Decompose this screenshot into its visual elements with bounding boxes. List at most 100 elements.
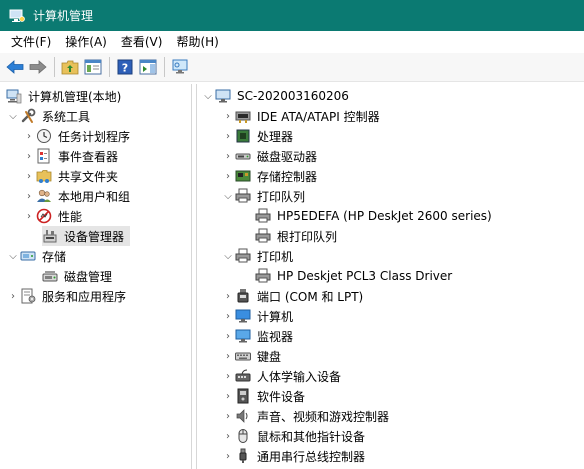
tree-item-local-users-label: 本地用户和组 [58,189,131,204]
device-tree-pane: ⌵ SC-202003160206 › IDE ATA/ATAPI 控制器 › … [196,84,584,469]
tree-item-task-scheduler[interactable]: › 任务计划程序 [22,126,130,146]
device-category-mice-label: 鼠标和其他指针设备 [257,429,366,444]
printer-icon [255,268,271,284]
hid-icon [235,368,251,384]
usb-icon [235,448,251,464]
computer-icon [215,88,231,104]
tree-item-disk-management[interactable]: 磁盘管理 [42,266,112,286]
title-bar: 计算机管理 [0,0,584,31]
tree-item-device-manager[interactable]: 设备管理器 [42,226,130,246]
chevron-down-icon[interactable]: ⌵ [221,186,235,206]
chevron-right-icon[interactable]: › [22,126,36,146]
device-category-processors-label: 处理器 [257,129,294,144]
scan-hardware-button[interactable] [169,56,191,78]
tree-item-shared-folders[interactable]: › 共享文件夹 [22,166,118,186]
device-category-ide[interactable]: › IDE ATA/ATAPI 控制器 [221,106,380,126]
up-level-button[interactable] [59,56,81,78]
device-category-mice[interactable]: › 鼠标和其他指针设备 [221,426,365,446]
device-category-sound-label: 声音、视频和游戏控制器 [257,409,390,424]
help-button[interactable]: ? [114,56,136,78]
menu-action[interactable]: 操作(A) [58,31,114,53]
device-category-storage-controllers[interactable]: › 存储控制器 [221,166,317,186]
tree-item-storage[interactable]: ⌵ 存储 [6,246,66,266]
tree-item-performance[interactable]: › 性能 [22,206,82,226]
device-category-keyboards-label: 键盘 [257,349,282,364]
speaker-icon [235,408,251,424]
chevron-right-icon[interactable]: › [221,146,235,166]
printer-icon [235,248,251,264]
performance-icon [36,208,52,224]
chevron-right-icon[interactable]: › [221,446,235,466]
printer-icon [255,228,271,244]
chevron-right-icon[interactable]: › [22,146,36,166]
chevron-right-icon[interactable]: › [221,426,235,446]
chevron-right-icon[interactable]: › [221,366,235,386]
device-category-monitors[interactable]: › 监视器 [221,326,293,346]
users-icon [36,188,52,204]
tree-item-services-apps[interactable]: › 服务和应用程序 [6,286,126,306]
tree-item-shared-folders-label: 共享文件夹 [58,169,119,184]
printer-icon [255,208,271,224]
chevron-right-icon[interactable]: › [221,346,235,366]
chevron-down-icon[interactable]: ⌵ [6,246,20,266]
menu-file[interactable]: 文件(F) [4,31,58,53]
device-category-printers[interactable]: ⌵ 打印机 [221,246,293,266]
forward-button[interactable] [27,56,49,78]
device-category-printers-label: 打印机 [257,249,294,264]
processor-icon [235,128,251,144]
chevron-right-icon[interactable]: › [22,166,36,186]
device-printer-hp[interactable]: HP Deskjet PCL3 Class Driver [255,266,452,286]
tree-item-disk-management-label: 磁盘管理 [64,269,113,284]
tree-item-system-tools[interactable]: ⌵ 系统工具 [6,106,90,126]
device-category-usb[interactable]: › 通用串行总线控制器 [221,446,365,466]
show-action-pane-button[interactable] [137,56,159,78]
chevron-right-icon[interactable]: › [6,286,20,306]
toolbar-separator [109,57,110,77]
chevron-right-icon[interactable]: › [221,306,235,326]
device-root[interactable]: ⌵ SC-202003160206 [201,86,349,106]
device-category-keyboards[interactable]: › 键盘 [221,346,281,366]
action-pane-icon [139,59,157,75]
device-category-computer[interactable]: › 计算机 [221,306,293,326]
back-button[interactable] [4,56,26,78]
chevron-right-icon[interactable]: › [22,206,36,226]
chevron-right-icon[interactable]: › [221,386,235,406]
chevron-right-icon[interactable]: › [221,406,235,426]
chevron-right-icon[interactable]: › [221,326,235,346]
menu-view[interactable]: 查看(V) [114,31,170,53]
tree-item-root-label: 计算机管理(本地) [28,89,122,104]
device-category-ports-label: 端口 (COM 和 LPT) [257,289,364,304]
chevron-right-icon[interactable]: › [221,106,235,126]
device-category-ports[interactable]: › 端口 (COM 和 LPT) [221,286,363,306]
port-icon [235,288,251,304]
device-category-monitors-label: 监视器 [257,329,294,344]
console-tree-pane: 计算机管理(本地) ⌵ 系统工具 › 任务计划程序 › 事件查看器 › 共享文件… [0,84,192,469]
chevron-right-icon[interactable]: › [22,186,36,206]
device-print-queue-hp-label: HP5EDEFA (HP DeskJet 2600 series) [277,209,492,223]
chevron-down-icon[interactable]: ⌵ [221,246,235,266]
device-category-software-devices-label: 软件设备 [257,389,306,404]
show-hide-tree-button[interactable] [82,56,104,78]
device-category-hid[interactable]: › 人体学输入设备 [221,366,341,386]
tree-item-local-users[interactable]: › 本地用户和组 [22,186,130,206]
tree-item-event-viewer[interactable]: › 事件查看器 [22,146,118,166]
printer-icon [235,188,251,204]
chevron-down-icon[interactable]: ⌵ [201,86,215,106]
device-category-print-queues[interactable]: ⌵ 打印队列 [221,186,305,206]
chevron-right-icon[interactable]: › [221,126,235,146]
device-category-sound[interactable]: › 声音、视频和游戏控制器 [221,406,389,426]
event-viewer-icon [36,148,52,164]
help-icon: ? [117,59,133,75]
device-category-disk-drives[interactable]: › 磁盘驱动器 [221,146,317,166]
chevron-right-icon[interactable]: › [221,166,235,186]
menu-help[interactable]: 帮助(H) [169,31,225,53]
tree-item-root[interactable]: 计算机管理(本地) [6,86,121,106]
menu-bar: 文件(F) 操作(A) 查看(V) 帮助(H) [0,31,584,53]
device-print-queue-hp[interactable]: HP5EDEFA (HP DeskJet 2600 series) [255,206,492,226]
device-category-processors[interactable]: › 处理器 [221,126,293,146]
chevron-right-icon[interactable]: › [221,286,235,306]
device-category-software-devices[interactable]: › 软件设备 [221,386,305,406]
device-category-computer-label: 计算机 [257,309,294,324]
device-print-queue-root[interactable]: 根打印队列 [255,226,337,246]
chevron-down-icon[interactable]: ⌵ [6,106,20,126]
